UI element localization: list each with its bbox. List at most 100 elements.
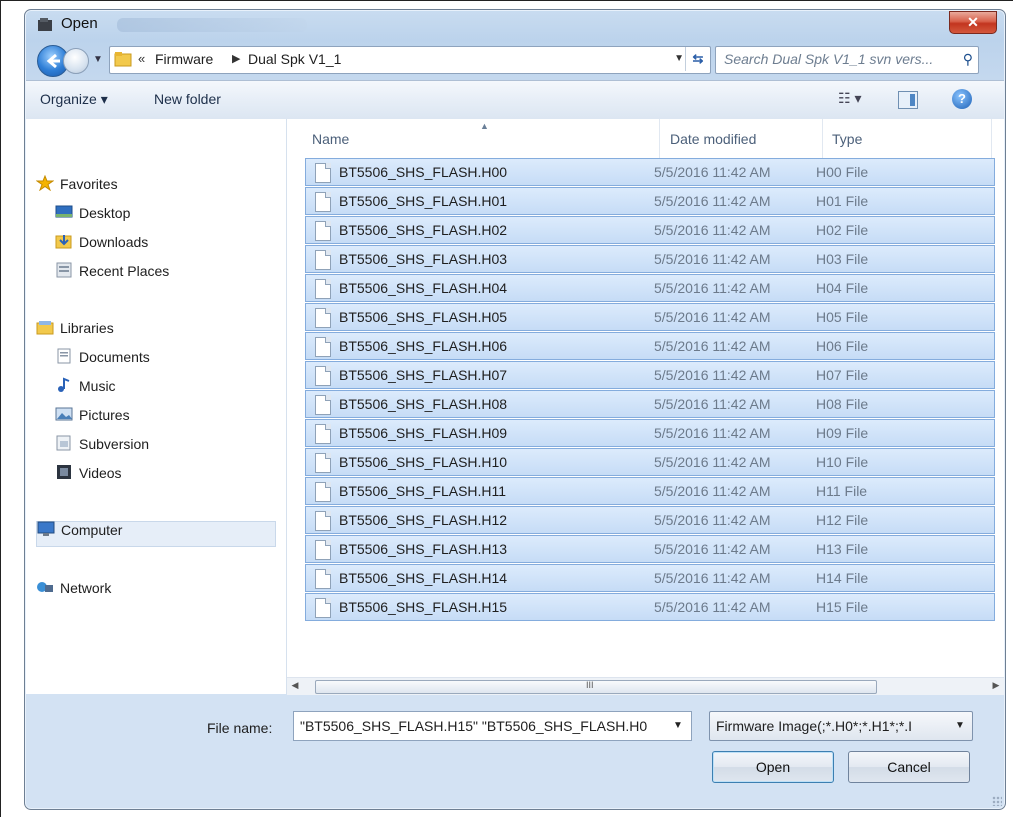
preview-pane-icon[interactable] [898, 91, 918, 109]
blurred-title-text [117, 18, 307, 32]
forward-button[interactable] [63, 48, 89, 74]
file-name: BT5506_SHS_FLASH.H02 [339, 222, 508, 238]
new-folder-button[interactable]: New folder [154, 91, 221, 107]
image-border-top [0, 0, 1013, 1]
file-name-dropdown-icon[interactable]: ▼ [673, 720, 683, 731]
sidebar-item-libraries[interactable]: Libraries [36, 320, 114, 344]
file-name: BT5506_SHS_FLASH.H09 [339, 425, 508, 441]
pictures-icon [55, 407, 73, 421]
resize-grip[interactable] [992, 796, 1002, 806]
title-bar[interactable]: Open ✕ [25, 10, 1005, 40]
sidebar-item-label: Desktop [79, 205, 131, 221]
file-date: 5/5/2016 11:42 AM [654, 483, 771, 499]
file-date: 5/5/2016 11:42 AM [654, 280, 771, 296]
file-row[interactable]: BT5506_SHS_FLASH.H03 5/5/2016 11:42 AM H… [305, 245, 995, 273]
sidebar-item-subversion[interactable]: Subversion [55, 435, 150, 460]
file-date: 5/5/2016 11:42 AM [654, 396, 771, 412]
overflow-chevron[interactable]: « [138, 51, 145, 66]
sidebar-item-desktop[interactable]: Desktop [55, 205, 130, 229]
file-row[interactable]: BT5506_SHS_FLASH.H15 5/5/2016 11:42 AM H… [305, 593, 995, 621]
file-row[interactable]: BT5506_SHS_FLASH.H04 5/5/2016 11:42 AM H… [305, 274, 995, 302]
search-icon[interactable]: ⚲ [963, 51, 973, 68]
file-name: BT5506_SHS_FLASH.H01 [339, 193, 508, 209]
column-divider[interactable] [822, 119, 823, 159]
scroll-left-icon[interactable]: ◀ [287, 680, 303, 694]
scrollbar-grip: III [586, 680, 594, 690]
navigation-pane: Favorites Desktop Downloads Recent Place… [26, 119, 287, 694]
change-view-icon[interactable]: ☷ ▾ [838, 90, 861, 107]
file-row[interactable]: BT5506_SHS_FLASH.H11 5/5/2016 11:42 AM H… [305, 477, 995, 505]
sidebar-item-network[interactable]: Network [36, 580, 111, 604]
column-divider[interactable] [991, 119, 992, 159]
sidebar-item-label: Pictures [79, 407, 130, 423]
column-header-name[interactable]: Name [312, 131, 349, 147]
file-name-field[interactable]: "BT5506_SHS_FLASH.H15" "BT5506_SHS_FLASH… [293, 711, 692, 741]
file-icon [315, 453, 331, 473]
file-name: BT5506_SHS_FLASH.H14 [339, 570, 508, 586]
file-date: 5/5/2016 11:42 AM [654, 338, 771, 354]
file-row[interactable]: BT5506_SHS_FLASH.H14 5/5/2016 11:42 AM H… [305, 564, 995, 592]
file-icon [315, 279, 331, 299]
file-row[interactable]: BT5506_SHS_FLASH.H07 5/5/2016 11:42 AM H… [305, 361, 995, 389]
sidebar-item-label: Subversion [79, 436, 150, 452]
column-header-date[interactable]: Date modified [670, 131, 756, 147]
desktop-icon [55, 205, 73, 218]
column-header-type[interactable]: Type [832, 131, 862, 147]
file-row[interactable]: BT5506_SHS_FLASH.H05 5/5/2016 11:42 AM H… [305, 303, 995, 331]
file-type: H07 File [816, 367, 869, 383]
file-icon [315, 221, 331, 241]
sidebar-item-music[interactable]: Music [55, 377, 116, 402]
file-row[interactable]: BT5506_SHS_FLASH.H08 5/5/2016 11:42 AM H… [305, 390, 995, 418]
file-type: H09 File [816, 425, 869, 441]
address-bar[interactable]: « Firmware ▶ Dual Spk V1_1 ▼ ⇆ [109, 46, 711, 74]
sidebar-item-pictures[interactable]: Pictures [55, 407, 130, 431]
file-row[interactable]: BT5506_SHS_FLASH.H10 5/5/2016 11:42 AM H… [305, 448, 995, 476]
scroll-right-icon[interactable]: ▶ [988, 680, 1004, 694]
file-type: H02 File [816, 222, 869, 238]
sidebar-item-label: Music [79, 378, 116, 394]
sidebar-item-videos[interactable]: Videos [55, 465, 122, 489]
breadcrumb-separator-icon[interactable]: ▶ [232, 52, 240, 65]
sidebar-item-recent-places[interactable]: Recent Places [55, 262, 169, 287]
file-row[interactable]: BT5506_SHS_FLASH.H13 5/5/2016 11:42 AM H… [305, 535, 995, 563]
sidebar-item-computer[interactable]: Computer [36, 521, 276, 547]
file-row[interactable]: BT5506_SHS_FLASH.H12 5/5/2016 11:42 AM H… [305, 506, 995, 534]
address-dropdown-icon[interactable]: ▼ [674, 53, 684, 64]
window-title: Open [61, 15, 98, 32]
help-icon[interactable]: ? [952, 89, 972, 109]
file-name: BT5506_SHS_FLASH.H05 [339, 309, 508, 325]
file-type-filter[interactable]: Firmware Image(;*.H0*;*.H1*;*.I [709, 711, 973, 741]
search-input[interactable]: Search Dual Spk V1_1 svn vers... ⚲ [715, 46, 979, 74]
file-row[interactable]: BT5506_SHS_FLASH.H00 5/5/2016 11:42 AM H… [305, 158, 995, 186]
recent-locations-dropdown[interactable]: ▼ [93, 54, 103, 65]
file-date: 5/5/2016 11:42 AM [654, 367, 771, 383]
sidebar-item-label: Network [60, 580, 112, 596]
cancel-button[interactable]: Cancel [848, 751, 970, 783]
file-row[interactable]: BT5506_SHS_FLASH.H06 5/5/2016 11:42 AM H… [305, 332, 995, 360]
file-type: H10 File [816, 454, 869, 470]
file-type: H04 File [816, 280, 869, 296]
column-divider[interactable] [659, 119, 660, 159]
breadcrumb-dual-spk[interactable]: Dual Spk V1_1 [248, 51, 341, 67]
recent-places-icon [56, 262, 72, 278]
open-button[interactable]: Open [712, 751, 834, 783]
downloads-icon [55, 235, 72, 249]
close-button[interactable]: ✕ [949, 11, 997, 34]
sidebar-item-favorites[interactable]: Favorites [36, 175, 118, 200]
sidebar-item-downloads[interactable]: Downloads [55, 234, 148, 258]
horizontal-scrollbar[interactable]: ◀ III ▶ [287, 677, 1004, 695]
filter-dropdown-icon[interactable]: ▼ [955, 720, 965, 731]
file-icon [315, 569, 331, 589]
music-icon [58, 377, 70, 393]
file-type: H00 File [816, 164, 869, 180]
file-row[interactable]: BT5506_SHS_FLASH.H09 5/5/2016 11:42 AM H… [305, 419, 995, 447]
refresh-icon[interactable]: ⇆ [685, 47, 710, 71]
file-icon [315, 250, 331, 270]
breadcrumb-firmware[interactable]: Firmware [155, 51, 213, 67]
file-row[interactable]: BT5506_SHS_FLASH.H01 5/5/2016 11:42 AM H… [305, 187, 995, 215]
organize-menu-button[interactable]: Organize ▾ [40, 91, 108, 108]
file-row[interactable]: BT5506_SHS_FLASH.H02 5/5/2016 11:42 AM H… [305, 216, 995, 244]
sidebar-item-documents[interactable]: Documents [55, 348, 150, 373]
scrollbar-thumb[interactable]: III [315, 680, 877, 694]
file-icon [315, 192, 331, 212]
